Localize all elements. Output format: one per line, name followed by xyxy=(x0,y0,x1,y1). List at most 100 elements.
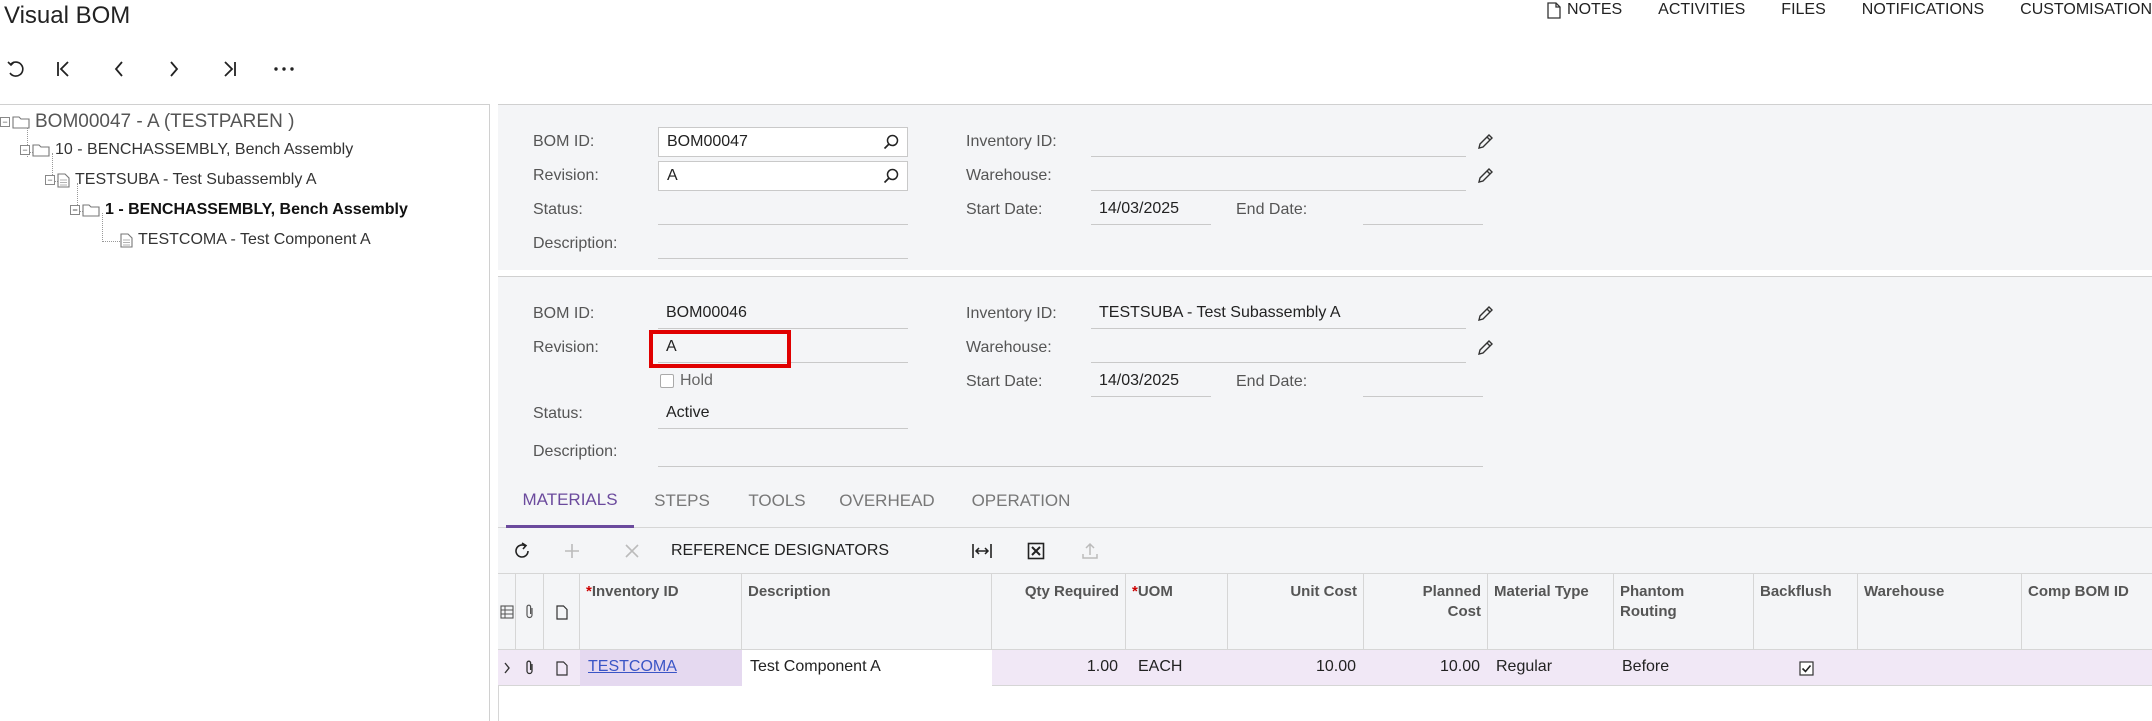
warehouse-cell[interactable] xyxy=(1858,650,2022,686)
start-date-field[interactable]: 14/03/2025 xyxy=(1091,195,1211,225)
tab-materials[interactable]: MATERIALS xyxy=(506,474,634,528)
reference-designators-button[interactable]: REFERENCE DESIGNATORS xyxy=(670,528,890,574)
description-field[interactable] xyxy=(658,229,908,259)
edit-icon[interactable] xyxy=(1476,167,1494,185)
activities-link[interactable]: ACTIVITIES xyxy=(1658,1,1745,19)
column-backflush[interactable]: Backflush xyxy=(1754,574,1858,650)
inventory-id-field[interactable]: TESTSUBA - Test Subassembly A xyxy=(1091,299,1466,329)
delete-row-button[interactable] xyxy=(614,528,650,574)
notes-link[interactable]: NOTES xyxy=(1547,1,1622,19)
undo-icon xyxy=(7,61,24,77)
start-date-field[interactable]: 14/03/2025 xyxy=(1091,367,1211,397)
column-planned-cost[interactable]: Planned Cost xyxy=(1364,574,1488,650)
column-qty-required[interactable]: Qty Required xyxy=(992,574,1126,650)
row-attachment-button[interactable] xyxy=(516,650,544,686)
bom-id-field[interactable]: BOM00047 xyxy=(658,127,908,157)
tree-node-label: 10 - BENCHASSEMBLY, Bench Assembly xyxy=(55,141,354,158)
highlight-box xyxy=(649,330,791,368)
materials-grid-header: *Inventory ID Description Qty Required *… xyxy=(498,574,2152,650)
description-cell[interactable]: Test Component A xyxy=(742,650,992,686)
column-label: Description xyxy=(748,583,831,600)
column-label: Unit Cost xyxy=(1290,583,1357,600)
checkbox-icon[interactable] xyxy=(660,374,674,388)
fit-columns-button[interactable] xyxy=(964,528,1000,574)
warehouse-field[interactable] xyxy=(1091,161,1466,191)
tree-node-sub-operation[interactable]: − 1 - BENCHASSEMBLY, Bench Assembly xyxy=(70,201,408,219)
upload-icon xyxy=(1082,542,1098,559)
inventory-id-field[interactable] xyxy=(1091,127,1466,157)
tree-node-root[interactable]: − BOM00047 - A (TESTPAREN ) xyxy=(0,111,294,133)
add-row-button[interactable] xyxy=(554,528,590,574)
unit-cost-cell[interactable]: 10.00 xyxy=(1228,650,1364,686)
files-link[interactable]: FILES xyxy=(1781,1,1825,19)
edit-icon[interactable] xyxy=(1476,305,1494,323)
column-settings[interactable] xyxy=(498,574,516,650)
uom-cell[interactable]: EACH xyxy=(1126,650,1228,686)
column-unit-cost[interactable]: Unit Cost xyxy=(1228,574,1364,650)
inventory-id-link[interactable]: TESTCOMA xyxy=(580,650,742,686)
description-label: Description: xyxy=(533,235,618,252)
search-icon[interactable] xyxy=(883,168,899,184)
tree-node-operation[interactable]: − 10 - BENCHASSEMBLY, Bench Assembly xyxy=(20,141,353,159)
table-row[interactable]: TESTCOMA Test Component A 1.00 EACH 10.0… xyxy=(498,650,2152,686)
end-date-field[interactable] xyxy=(1363,195,1483,225)
column-uom[interactable]: *UOM xyxy=(1126,574,1228,650)
edit-icon[interactable] xyxy=(1476,339,1494,357)
previous-record-icon xyxy=(114,61,123,77)
column-label: UOM xyxy=(1137,583,1173,600)
tab-operation[interactable]: OPERATION xyxy=(961,474,1081,528)
paperclip-icon xyxy=(526,660,533,675)
export-excel-button[interactable] xyxy=(1018,528,1054,574)
last-record-icon xyxy=(223,61,236,77)
tree-node-component[interactable]: TESTCOMA - Test Component A xyxy=(118,231,371,249)
next-record-button[interactable] xyxy=(146,52,201,86)
notifications-link[interactable]: NOTIFICATIONS xyxy=(1862,1,1984,19)
column-material-type[interactable]: Material Type xyxy=(1488,574,1614,650)
bom-id-label: BOM ID: xyxy=(533,305,595,322)
inventory-id-label: Inventory ID: xyxy=(966,133,1057,150)
tab-tools[interactable]: TOOLS xyxy=(738,474,816,528)
expand-row-button[interactable] xyxy=(498,650,516,686)
customisation-link[interactable]: CUSTOMISATION xyxy=(2020,1,2152,19)
last-record-button[interactable] xyxy=(201,52,256,86)
document-icon xyxy=(1547,1,1561,19)
material-type-cell[interactable]: Regular xyxy=(1488,650,1614,686)
column-comp-bom-id[interactable]: Comp BOM ID xyxy=(2022,574,2152,650)
row-note-button[interactable] xyxy=(544,650,580,686)
undo-button[interactable] xyxy=(0,52,36,86)
first-record-button[interactable] xyxy=(36,52,91,86)
backflush-checkbox[interactable] xyxy=(1754,650,1858,686)
qty-required-cell[interactable]: 1.00 xyxy=(992,650,1126,686)
refresh-button[interactable] xyxy=(504,528,540,574)
search-icon[interactable] xyxy=(883,134,899,150)
hold-checkbox[interactable]: Hold xyxy=(660,372,713,390)
more-button[interactable] xyxy=(256,52,311,86)
comp-bom-id-cell[interactable] xyxy=(2022,650,2152,686)
collapse-icon[interactable]: − xyxy=(70,205,80,215)
tree-node-subassembly[interactable]: − TESTSUBA - Test Subassembly A xyxy=(45,171,317,189)
phantom-routing-cell[interactable]: Before xyxy=(1614,650,1754,686)
description-field[interactable] xyxy=(658,437,1483,467)
collapse-icon[interactable]: − xyxy=(0,117,10,127)
column-phantom-routing[interactable]: Phantom Routing xyxy=(1614,574,1754,650)
revision-field[interactable]: A xyxy=(658,161,908,191)
chevron-right-icon xyxy=(504,662,510,674)
tab-steps[interactable]: STEPS xyxy=(648,474,716,528)
column-description[interactable]: Description xyxy=(742,574,992,650)
edit-icon[interactable] xyxy=(1476,133,1494,151)
close-icon xyxy=(625,544,639,558)
warehouse-field[interactable] xyxy=(1091,333,1466,363)
end-date-field[interactable] xyxy=(1363,367,1483,397)
column-warehouse[interactable]: Warehouse xyxy=(1858,574,2022,650)
previous-record-button[interactable] xyxy=(91,52,146,86)
plus-icon xyxy=(565,544,579,558)
column-label: Phantom xyxy=(1620,583,1685,600)
parent-bom-panel: BOM ID: BOM00047 Revision: A Status: Des… xyxy=(498,104,2152,270)
checkbox-checked-icon xyxy=(1798,660,1814,676)
bom-tree: − BOM00047 - A (TESTPAREN ) − 10 - BENCH… xyxy=(0,104,490,721)
column-inventory-id[interactable]: *Inventory ID xyxy=(580,574,742,650)
collapse-icon[interactable]: − xyxy=(45,175,55,185)
upload-button[interactable] xyxy=(1072,528,1108,574)
collapse-icon[interactable]: − xyxy=(20,145,30,155)
tab-overhead[interactable]: OVERHEAD xyxy=(832,474,942,528)
